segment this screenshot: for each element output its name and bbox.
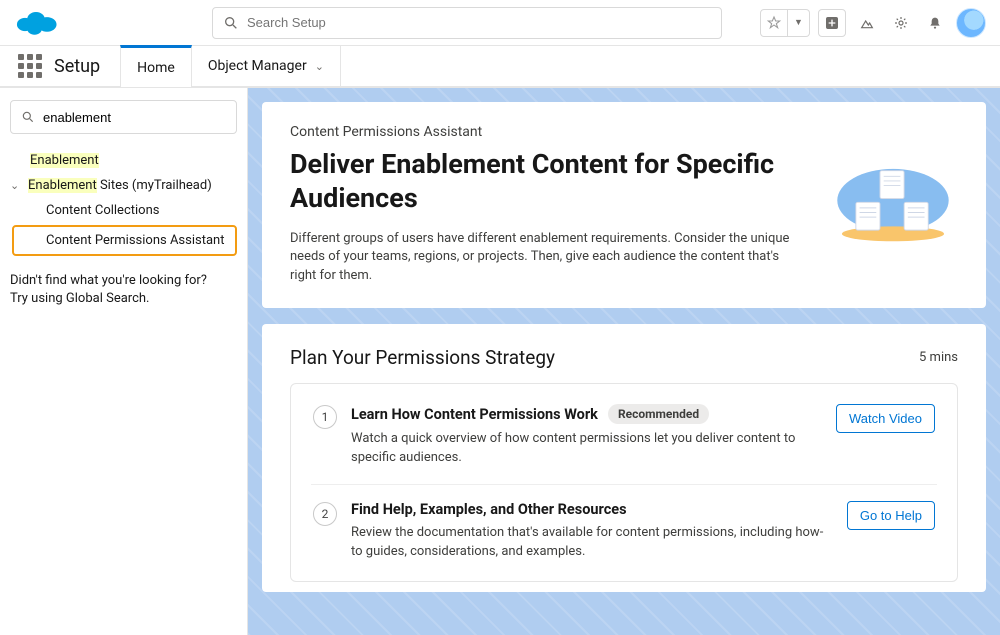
sidebar-help-text: Didn't find what you're looking for? Try… — [10, 272, 237, 308]
page-description: Different groups of users have different… — [290, 230, 808, 287]
bell-icon — [927, 15, 943, 31]
tree-item-content-collections[interactable]: Content Collections — [10, 198, 237, 223]
go-to-help-button[interactable]: Go to Help — [847, 501, 935, 530]
step-title: Find Help, Examples, and Other Resources — [351, 501, 627, 518]
main-content: Content Permissions Assistant Deliver En… — [248, 88, 1000, 635]
recommended-badge: Recommended — [608, 404, 709, 424]
tree-label: Content Permissions Assistant — [46, 233, 224, 248]
hero-card: Content Permissions Assistant Deliver En… — [262, 102, 986, 308]
salesforce-logo — [14, 8, 58, 38]
app-launcher-icon[interactable] — [14, 50, 46, 82]
trailhead-icon — [859, 15, 875, 31]
favorites-dropdown[interactable]: ▼ — [788, 9, 810, 37]
quick-find-input[interactable] — [43, 110, 226, 125]
plan-title: Plan Your Permissions Strategy — [290, 346, 555, 369]
global-search[interactable] — [212, 7, 722, 39]
page-eyebrow: Content Permissions Assistant — [290, 124, 958, 140]
tree-label: Enablement — [30, 153, 99, 168]
tab-home[interactable]: Home — [120, 45, 192, 87]
step-title: Learn How Content Permissions Work — [351, 406, 598, 423]
tree-label: Content Collections — [46, 203, 159, 218]
favorites-button[interactable] — [760, 9, 788, 37]
app-title: Setup — [54, 56, 100, 77]
plan-duration: 5 mins — [919, 350, 958, 365]
step-number: 2 — [313, 502, 337, 526]
tab-object-manager-label: Object Manager — [208, 58, 307, 74]
tree-item-enablement-sites[interactable]: ⌄ Enablement Sites (myTrailhead) — [10, 173, 237, 198]
step-item: 1 Learn How Content Permissions Work Rec… — [311, 388, 937, 484]
quick-find[interactable] — [10, 100, 237, 134]
page-title: Deliver Enablement Content for Specific … — [290, 148, 808, 216]
search-icon — [223, 15, 239, 31]
plan-card: Plan Your Permissions Strategy 5 mins 1 … — [262, 324, 986, 592]
notifications-button[interactable] — [922, 10, 948, 36]
user-avatar[interactable] — [956, 8, 986, 38]
star-icon — [766, 15, 782, 31]
salesforce-help-button[interactable] — [854, 10, 880, 36]
chevron-down-icon: ⌄ — [10, 179, 24, 192]
setup-gear-button[interactable] — [888, 10, 914, 36]
global-search-input[interactable] — [247, 15, 711, 30]
tree-item-content-permissions-assistant[interactable]: Content Permissions Assistant — [12, 225, 237, 256]
search-icon — [21, 110, 35, 124]
tree-item-enablement[interactable]: Enablement — [10, 148, 237, 173]
gear-icon — [893, 15, 909, 31]
watch-video-button[interactable]: Watch Video — [836, 404, 935, 433]
tab-home-label: Home — [137, 60, 175, 76]
tab-object-manager[interactable]: Object Manager ⌄ — [192, 45, 341, 87]
context-bar: Setup Home Object Manager ⌄ — [0, 46, 1000, 88]
tree-label: Enablement Sites (myTrailhead) — [28, 178, 212, 193]
chevron-down-icon: ⌄ — [315, 60, 324, 73]
step-item: 2 Find Help, Examples, and Other Resourc… — [311, 484, 937, 578]
plus-icon — [824, 15, 840, 31]
step-description: Watch a quick overview of how content pe… — [351, 430, 822, 468]
global-header: ▼ — [0, 0, 1000, 46]
header-actions: ▼ — [760, 8, 986, 38]
global-actions-button[interactable] — [818, 9, 846, 37]
step-number: 1 — [313, 405, 337, 429]
caret-down-icon: ▼ — [794, 17, 803, 28]
step-description: Review the documentation that's availabl… — [351, 524, 833, 562]
setup-tree: Enablement ⌄ Enablement Sites (myTrailhe… — [10, 148, 237, 256]
hero-illustration — [828, 154, 958, 249]
setup-sidebar: Enablement ⌄ Enablement Sites (myTrailhe… — [0, 88, 248, 635]
steps-list: 1 Learn How Content Permissions Work Rec… — [290, 383, 958, 582]
